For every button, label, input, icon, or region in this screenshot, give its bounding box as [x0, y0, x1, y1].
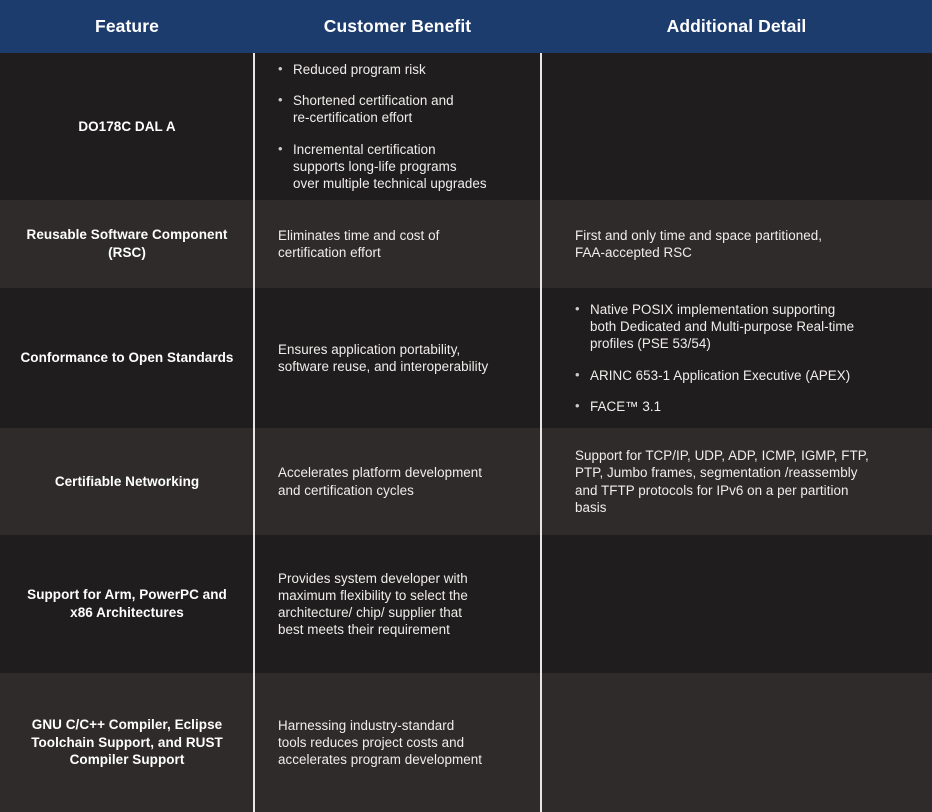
cell-additional-detail	[541, 535, 932, 673]
feature-label: Conformance to Open Standards	[20, 350, 234, 366]
bullet-dot-icon: •	[278, 92, 283, 108]
detail-bullet-item-label: ARINC 653-1 Application Executive (APEX)	[590, 367, 851, 383]
benefit-text: Harnessing industry-standard tools reduc…	[278, 717, 483, 767]
bullet-dot-icon: •	[278, 61, 283, 77]
detail-bullet-item-label: Native POSIX implementation supporting b…	[590, 302, 855, 352]
benefit-bullet-item-label: Shortened certification and re-certifica…	[293, 93, 454, 126]
table-body: DO178C DAL A • Reduced program risk • Shorte…	[0, 53, 932, 812]
cell-feature: Support for Arm, PowerPC and x86 Archite…	[0, 535, 254, 673]
detail-bullet-item-label: FACE™ 3.1	[590, 398, 662, 414]
column-header-additional-detail-label: Additional Detail	[666, 16, 807, 36]
detail-text: First and only time and space partitione…	[575, 227, 822, 260]
feature-label: Certifiable Networking	[54, 473, 200, 489]
cell-additional-detail: First and only time and space partitione…	[541, 200, 932, 288]
table-row: Support for Arm, PowerPC and x86 Archite…	[0, 535, 932, 673]
benefit-text: Eliminates time and cost of certificatio…	[278, 227, 440, 260]
feature-label: Support for Arm, PowerPC and x86 Archite…	[27, 587, 227, 620]
benefit-text: Provides system developer with maximum f…	[278, 570, 468, 638]
column-header-feature: Feature	[0, 0, 254, 53]
table-row: DO178C DAL A • Reduced program risk • Shorte…	[0, 53, 932, 200]
cell-feature: Certifiable Networking	[0, 428, 254, 535]
cell-customer-benefit: • Reduced program risk • Shortened certific…	[254, 53, 541, 200]
table-row: GNU C/C++ Compiler, Eclipse Toolchain Su…	[0, 673, 932, 812]
bullet-list: • Native POSIX implementation supporting …	[575, 301, 918, 414]
table-rows-container: DO178C DAL A • Reduced program risk • Shorte…	[0, 53, 932, 812]
cell-customer-benefit: Eliminates time and cost of certificatio…	[254, 200, 541, 288]
benefit-bullet-item: • Incremental certification supports long…	[278, 141, 523, 192]
cell-feature: Reusable Software Component (RSC)	[0, 200, 254, 288]
feature-comparison-table: Feature Customer Benefit Additional Deta…	[0, 0, 932, 812]
cell-additional-detail: • Native POSIX implementation supporting …	[541, 288, 932, 428]
cell-customer-benefit: Harnessing industry-standard tools reduc…	[254, 673, 541, 812]
feature-label: Reusable Software Component (RSC)	[26, 227, 228, 260]
feature-label: GNU C/C++ Compiler, Eclipse Toolchain Su…	[31, 716, 223, 768]
detail-bullet-item: • ARINC 653-1 Application Executive (APEX…	[575, 367, 918, 384]
cell-additional-detail: Support for TCP/IP, UDP, ADP, ICMP, IGMP…	[541, 428, 932, 535]
detail-bullet-item: • FACE™ 3.1	[575, 398, 918, 415]
benefit-bullet-item: • Shortened certification and re-certific…	[278, 92, 523, 126]
bullet-dot-icon: •	[575, 397, 580, 413]
table-row: Reusable Software Component (RSC) Elimina…	[0, 200, 932, 288]
table-row: Conformance to Open Standards Ensures app…	[0, 288, 932, 428]
cell-feature: Conformance to Open Standards	[0, 288, 254, 428]
column-header-additional-detail: Additional Detail	[541, 0, 932, 53]
cell-customer-benefit: Provides system developer with maximum f…	[254, 535, 541, 673]
cell-customer-benefit: Accelerates platform development and cer…	[254, 428, 541, 535]
bullet-dot-icon: •	[575, 366, 580, 382]
cell-additional-detail	[541, 673, 932, 812]
cell-customer-benefit: Ensures application portability, softwar…	[254, 288, 541, 428]
benefit-bullet-item: • Reduced program risk	[278, 61, 523, 78]
column-header-customer-benefit-label: Customer Benefit	[323, 16, 472, 36]
benefit-text: Accelerates platform development and cer…	[278, 465, 483, 498]
table-row: Certifiable Networking Accelerates platfo…	[0, 428, 932, 535]
detail-bullet-item: • Native POSIX implementation supporting …	[575, 301, 918, 352]
table-header-row: Feature Customer Benefit Additional Deta…	[0, 0, 932, 53]
bullet-dot-icon: •	[575, 301, 580, 317]
benefit-text: Ensures application portability, softwar…	[278, 341, 489, 374]
benefit-bullet-item-label: Incremental certification supports long-…	[293, 141, 487, 191]
column-header-feature-label: Feature	[95, 16, 159, 36]
cell-feature: GNU C/C++ Compiler, Eclipse Toolchain Su…	[0, 673, 254, 812]
cell-feature: DO178C DAL A	[0, 53, 254, 200]
benefit-bullet-item-label: Reduced program risk	[293, 62, 426, 78]
cell-additional-detail	[541, 53, 932, 200]
column-header-customer-benefit: Customer Benefit	[254, 0, 541, 53]
feature-label: DO178C DAL A	[78, 118, 176, 134]
detail-text: Support for TCP/IP, UDP, ADP, ICMP, IGMP…	[575, 448, 869, 515]
bullet-dot-icon: •	[278, 140, 283, 156]
bullet-list: • Reduced program risk • Shortened certific…	[278, 61, 523, 191]
